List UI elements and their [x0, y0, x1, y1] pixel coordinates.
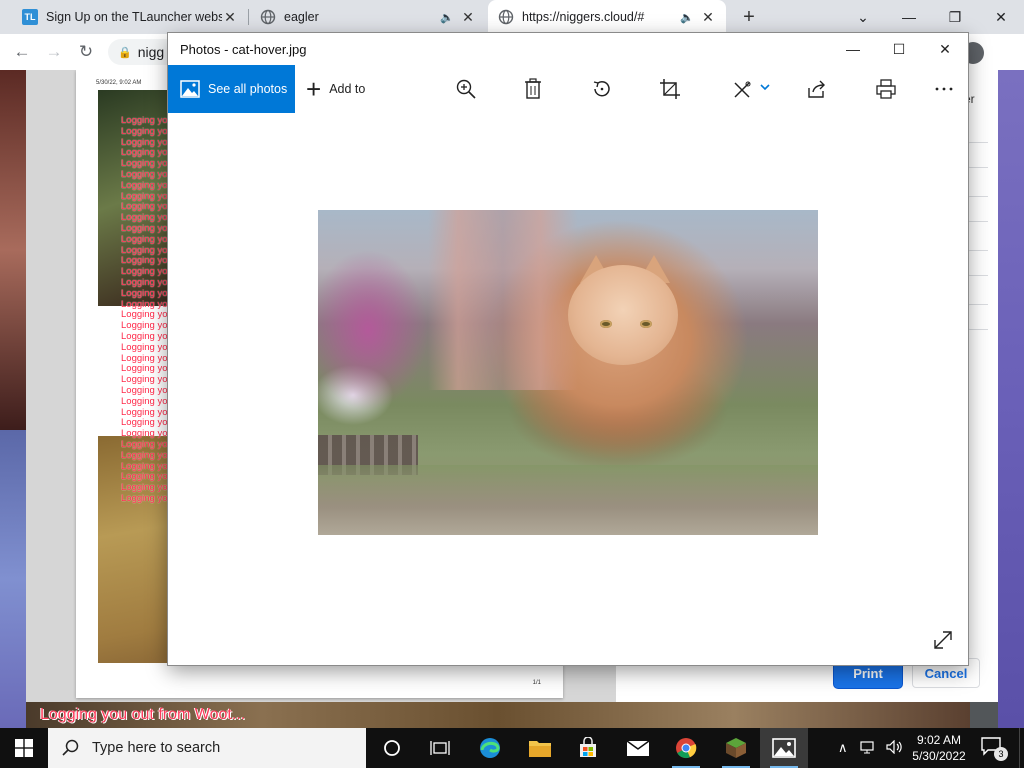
cortana-icon[interactable] [368, 728, 416, 768]
mail-icon[interactable] [614, 728, 662, 768]
rotate-icon[interactable] [590, 77, 614, 101]
close-icon[interactable]: ✕ [700, 9, 716, 26]
cat-eye [640, 320, 652, 328]
tab-strip: TL Sign Up on the TLauncher website ✕ ea… [0, 0, 1024, 34]
destination-select[interactable] [966, 142, 988, 168]
close-icon[interactable]: ✕ [460, 9, 476, 26]
cat-head [568, 265, 678, 365]
system-clock[interactable]: 9:02 AM 5/30/2022 [906, 732, 972, 764]
plus-icon: + [306, 74, 322, 104]
cat-photo[interactable] [318, 210, 818, 535]
background-video [998, 70, 1024, 728]
zoom-in-icon[interactable] [454, 77, 478, 101]
minimize-icon[interactable]: — [894, 4, 924, 30]
tab-tlauncher[interactable]: TL Sign Up on the TLauncher website ✕ [12, 0, 248, 34]
photo-background [318, 465, 818, 535]
tab-separator [248, 9, 249, 25]
chevron-up-icon[interactable]: ∧ [838, 740, 848, 756]
page-date: 5/30/22, 9:02 AM [96, 80, 142, 86]
page-number: 1/1 [532, 680, 541, 686]
taskbar-search-box[interactable]: Type here to search [48, 728, 366, 768]
speaker-icon[interactable]: 🔈 [440, 11, 454, 24]
restore-icon[interactable]: ❐ [940, 4, 970, 30]
windows-start-icon[interactable] [0, 728, 48, 768]
reload-icon[interactable]: ↻ [74, 40, 98, 64]
photo-gallery-icon [180, 80, 200, 98]
close-icon[interactable]: ✕ [222, 9, 238, 26]
notification-count-badge: 3 [994, 747, 1008, 761]
forward-icon[interactable]: → [42, 40, 66, 64]
tab-search-icon[interactable]: ⌄ [848, 4, 878, 30]
delete-icon[interactable] [521, 77, 545, 101]
more-icon[interactable] [932, 77, 956, 101]
crop-icon[interactable] [658, 77, 682, 101]
tab-title: https://niggers.cloud/# [522, 10, 645, 24]
clock-date: 5/30/2022 [912, 749, 966, 763]
search-placeholder: Type here to search [92, 740, 221, 756]
tab-eagler[interactable]: eagler 🔈 ✕ [250, 0, 486, 34]
microsoft-store-icon[interactable] [564, 728, 612, 768]
clock-time: 9:02 AM [916, 733, 962, 747]
maximize-icon[interactable]: ☐ [876, 33, 922, 65]
pages-select[interactable] [966, 196, 988, 222]
volume-icon[interactable] [885, 739, 904, 757]
layout-select[interactable] [966, 304, 988, 330]
see-all-photos-button[interactable]: See all photos [168, 65, 295, 113]
photos-title-bar: Photos - cat-hover.jpg — ☐ ✕ [168, 33, 968, 65]
globe-icon [260, 9, 276, 25]
see-all-photos-label: See all photos [208, 82, 288, 96]
window-title: Photos - cat-hover.jpg [180, 42, 307, 57]
address-text: nigg [137, 44, 165, 60]
tab-active[interactable]: https://niggers.cloud/# 🔈 ✕ [488, 0, 726, 34]
globe-icon [498, 9, 514, 25]
chrome-icon[interactable] [662, 728, 710, 768]
file-explorer-icon[interactable] [516, 728, 564, 768]
minecraft-icon[interactable] [712, 728, 760, 768]
photos-app-icon[interactable] [760, 728, 808, 768]
background-video [0, 430, 26, 728]
edge-icon[interactable] [466, 728, 514, 768]
new-tab-button[interactable]: + [738, 6, 760, 28]
close-window-icon[interactable]: ✕ [986, 4, 1016, 30]
logout-overlay-text: Logging you out from Woot... [40, 706, 246, 723]
photos-app-window: Photos - cat-hover.jpg — ☐ ✕ See all pho… [168, 33, 968, 665]
network-icon[interactable] [859, 740, 876, 757]
tab-title: eagler [284, 10, 319, 24]
photos-toolbar: See all photos + Add to [168, 65, 968, 113]
minimize-icon[interactable]: — [830, 33, 876, 65]
show-desktop-button[interactable] [1019, 728, 1024, 768]
tlauncher-logo-icon: TL [22, 9, 38, 25]
system-tray: ∧ [838, 728, 904, 768]
photo-background [428, 210, 578, 390]
copies-field[interactable] [966, 250, 988, 276]
task-view-icon[interactable] [416, 728, 464, 768]
cat-eye [600, 320, 612, 328]
speaker-icon[interactable]: 🔈 [680, 11, 694, 24]
add-to-label: Add to [329, 82, 366, 96]
share-icon[interactable] [805, 77, 829, 101]
tab-title: Sign Up on the TLauncher website [46, 10, 222, 24]
search-icon [62, 739, 79, 756]
photo-canvas[interactable] [168, 113, 968, 665]
edit-icon[interactable] [730, 77, 774, 101]
close-icon[interactable]: ✕ [922, 33, 968, 65]
background-video [0, 70, 26, 430]
add-to-button[interactable]: + Add to [306, 65, 365, 113]
back-icon[interactable]: ← [10, 40, 34, 64]
lock-icon: 🔒 [118, 46, 132, 59]
fullscreen-expand-icon[interactable] [932, 629, 956, 653]
print-icon[interactable] [874, 77, 898, 101]
windows-taskbar: Type here to search ∧ 9:02 AM 5/30/2022 [0, 728, 1024, 768]
